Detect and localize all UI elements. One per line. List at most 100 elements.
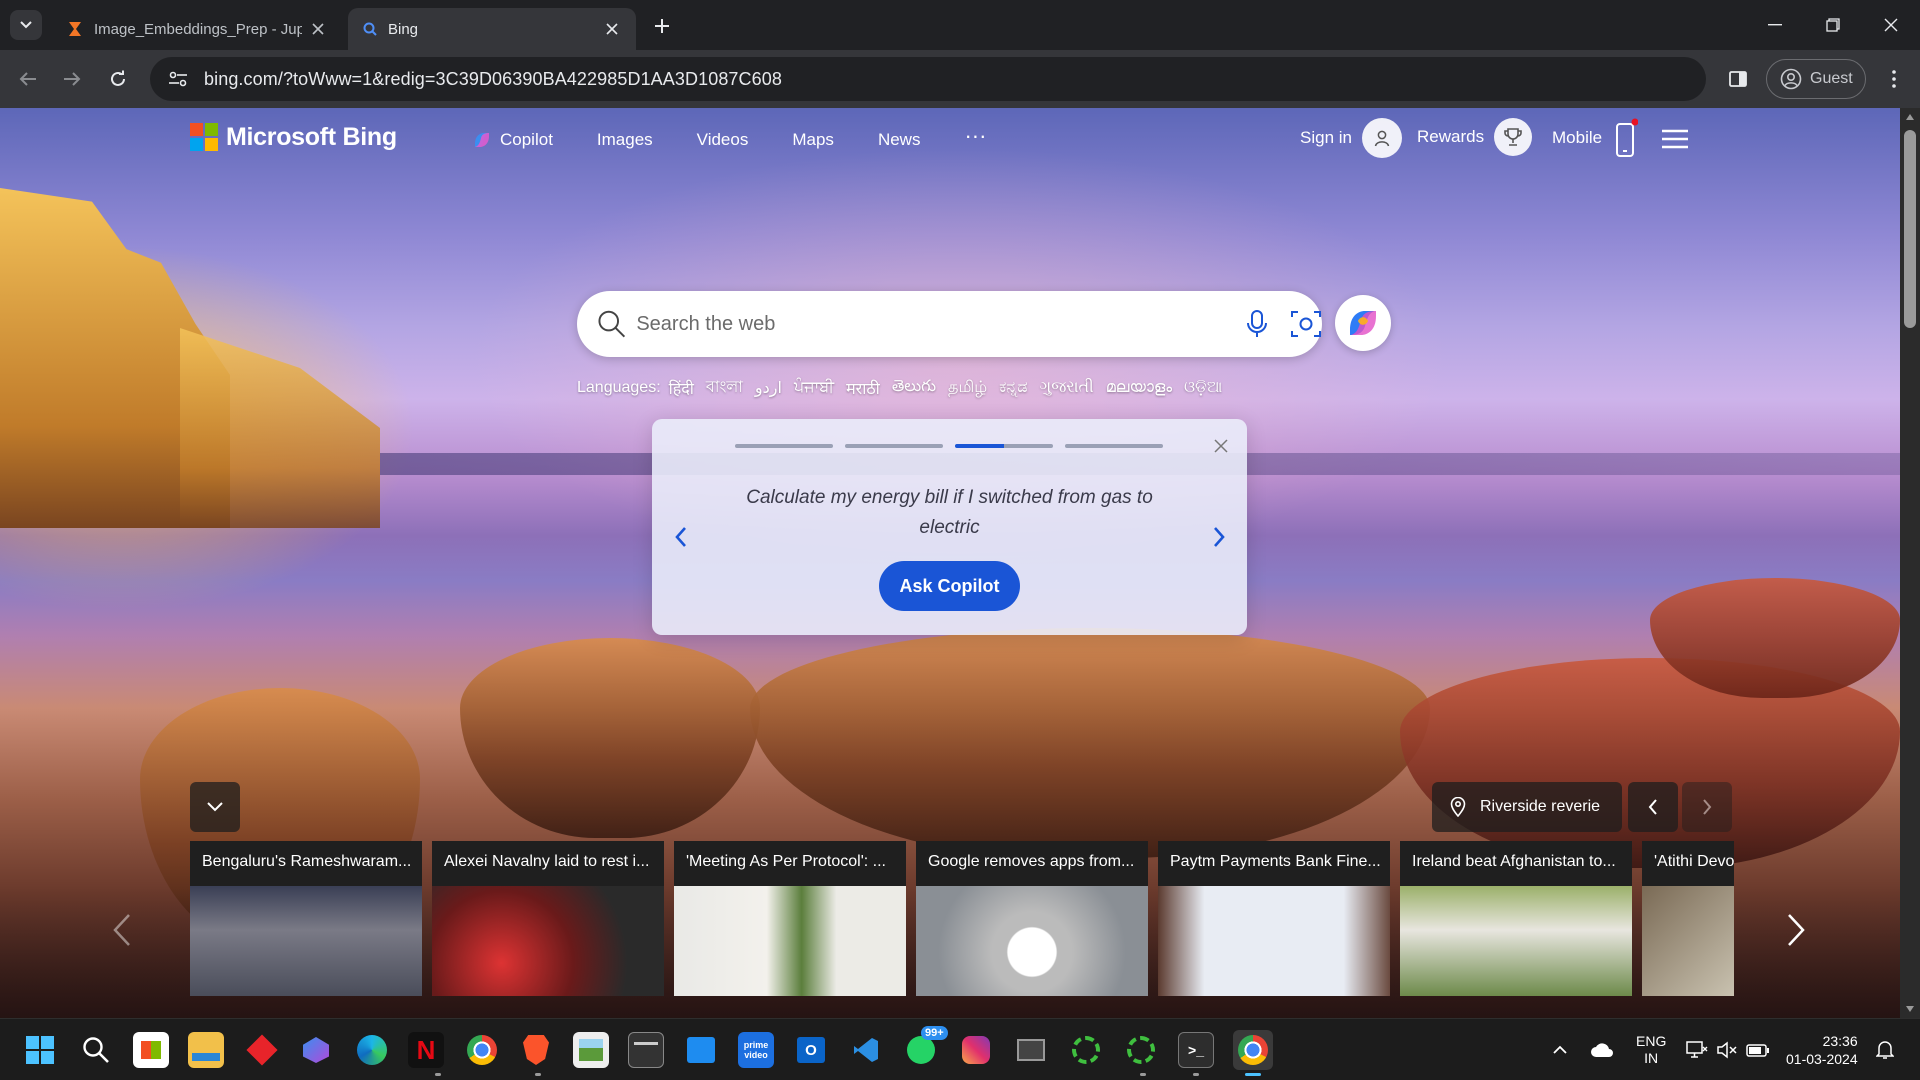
language-link[interactable]: ਪੰਜਾਬੀ — [794, 379, 834, 397]
vscode-icon[interactable] — [848, 1032, 884, 1068]
bing-logo[interactable]: Microsoft Bing — [190, 122, 397, 152]
language-link[interactable]: বাংলা — [706, 374, 743, 401]
copilot-button[interactable] — [1335, 295, 1391, 351]
brave-icon[interactable] — [518, 1032, 554, 1068]
network-icon[interactable] — [1686, 1019, 1708, 1080]
carousel-step-indicator-active[interactable] — [955, 444, 1053, 448]
onedrive-icon[interactable] — [1590, 1019, 1614, 1080]
language-link[interactable]: हिंदी — [669, 377, 694, 399]
nav-videos[interactable]: Videos — [697, 130, 749, 150]
news-card[interactable]: Bengaluru's Rameshwaram... — [190, 841, 422, 996]
battery-icon[interactable] — [1746, 1019, 1770, 1080]
news-card[interactable]: 'Meeting As Per Protocol': ... — [674, 841, 906, 996]
start-button[interactable] — [22, 1032, 58, 1068]
close-icon[interactable] — [308, 19, 328, 39]
file-explorer-icon[interactable] — [188, 1032, 224, 1068]
diamond-app-icon[interactable] — [244, 1032, 280, 1068]
tab-bing[interactable]: Bing — [348, 8, 636, 50]
news-scroll-right-button[interactable] — [1786, 913, 1806, 947]
notification-bell-icon[interactable] — [1876, 1019, 1894, 1080]
hamburger-menu-button[interactable] — [1661, 128, 1689, 150]
nav-maps[interactable]: Maps — [792, 130, 834, 150]
tab-jupyter[interactable]: Image_Embeddings_Prep - Jupyter — [52, 8, 342, 50]
language-link[interactable]: മലയാളം — [1106, 379, 1172, 397]
chrome-active-icon[interactable] — [1233, 1030, 1273, 1070]
reload-button[interactable] — [100, 61, 136, 97]
visual-search-button[interactable] — [1290, 309, 1322, 339]
site-info-button[interactable] — [158, 59, 198, 99]
tab-search-button[interactable] — [10, 10, 42, 40]
new-tab-button[interactable] — [648, 12, 676, 40]
windows-app-icon[interactable] — [683, 1032, 719, 1068]
back-button[interactable] — [10, 61, 46, 97]
scroll-up-arrow-icon[interactable] — [1906, 114, 1914, 120]
address-bar[interactable]: bing.com/?toWww=1&redig=3C39D06390BA4229… — [150, 57, 1706, 101]
close-card-button[interactable] — [1214, 439, 1228, 453]
terminal-window-icon[interactable] — [628, 1032, 664, 1068]
news-card[interactable]: 'Atithi Devo — [1642, 841, 1734, 996]
next-image-button[interactable] — [1682, 782, 1732, 832]
next-prompt-button[interactable] — [1212, 526, 1226, 548]
outlook-icon[interactable]: O — [793, 1032, 829, 1068]
rewards-button[interactable]: Rewards — [1417, 118, 1533, 156]
search-box[interactable] — [577, 291, 1322, 357]
app-window-icon[interactable] — [1013, 1032, 1049, 1068]
nav-more[interactable]: ··· — [964, 123, 986, 149]
carousel-step-indicator[interactable] — [735, 444, 833, 448]
language-link[interactable]: ગુજરાતી — [1040, 379, 1094, 397]
terminal-icon[interactable]: >_ — [1178, 1032, 1214, 1068]
image-viewer-icon[interactable] — [573, 1032, 609, 1068]
restore-button[interactable] — [1804, 0, 1862, 50]
url-text[interactable]: bing.com/?toWww=1&redig=3C39D06390BA4229… — [204, 69, 782, 90]
volume-muted-icon[interactable] — [1716, 1019, 1738, 1080]
previous-prompt-button[interactable] — [674, 526, 688, 548]
scrollbar-thumb[interactable] — [1904, 130, 1916, 328]
instagram-icon[interactable] — [958, 1032, 994, 1068]
side-panel-button[interactable] — [1720, 61, 1756, 97]
chrome-icon[interactable] — [464, 1032, 500, 1068]
previous-image-button[interactable] — [1628, 782, 1678, 832]
whatsapp-icon[interactable]: 99+ — [903, 1026, 948, 1068]
language-link[interactable]: తెలుగు — [892, 377, 936, 399]
copilot-taskbar-icon[interactable] — [298, 1032, 334, 1068]
page-scrollbar[interactable] — [1900, 108, 1920, 1018]
profile-button[interactable]: Guest — [1766, 59, 1866, 99]
language-link[interactable]: ಕನ್ನಡ — [999, 379, 1027, 397]
image-info-button[interactable]: Riverside reverie — [1432, 782, 1622, 832]
edge-icon[interactable] — [354, 1032, 390, 1068]
collapse-feed-button[interactable] — [190, 782, 240, 832]
prime-video-icon[interactable]: prime video — [738, 1032, 774, 1068]
nav-images[interactable]: Images — [597, 130, 653, 150]
language-link[interactable]: اردو — [755, 378, 782, 398]
minimize-button[interactable] — [1746, 0, 1804, 50]
taskbar-search-button[interactable] — [78, 1032, 114, 1068]
language-link[interactable]: मराठी — [846, 377, 880, 399]
scroll-down-arrow-icon[interactable] — [1906, 1006, 1914, 1012]
news-card[interactable]: Ireland beat Afghanistan to... — [1400, 841, 1632, 996]
green-ring-app-icon[interactable] — [1068, 1032, 1104, 1068]
nav-copilot[interactable]: Copilot — [472, 130, 553, 150]
forward-button[interactable] — [54, 61, 90, 97]
news-card[interactable]: Google removes apps from... — [916, 841, 1148, 996]
close-icon[interactable] — [602, 19, 622, 39]
language-link[interactable]: ଓଡ଼ିଆ — [1184, 379, 1222, 397]
netflix-icon[interactable]: N — [408, 1032, 444, 1068]
mobile-button[interactable]: Mobile — [1552, 118, 1639, 158]
close-window-button[interactable] — [1862, 0, 1920, 50]
news-card[interactable]: Paytm Payments Bank Fine... — [1158, 841, 1390, 996]
browser-menu-button[interactable] — [1876, 61, 1912, 97]
ask-copilot-button[interactable]: Ask Copilot — [879, 561, 1020, 611]
clock[interactable]: 23:36 01-03-2024 — [1786, 1019, 1858, 1080]
store-icon[interactable] — [133, 1032, 169, 1068]
show-hidden-icons-button[interactable] — [1552, 1019, 1568, 1080]
input-language-button[interactable]: ENG IN — [1636, 1019, 1666, 1080]
carousel-step-indicator[interactable] — [845, 444, 943, 448]
language-link[interactable]: தமிழ் — [948, 378, 987, 398]
news-card[interactable]: Alexei Navalny laid to rest i... — [432, 841, 664, 996]
news-scroll-left-button[interactable] — [112, 913, 132, 947]
voice-search-button[interactable] — [1246, 309, 1268, 339]
search-input[interactable] — [636, 312, 1184, 336]
carousel-step-indicator[interactable] — [1065, 444, 1163, 448]
nav-news[interactable]: News — [878, 130, 921, 150]
green-ring-app-icon-2[interactable] — [1123, 1032, 1159, 1068]
